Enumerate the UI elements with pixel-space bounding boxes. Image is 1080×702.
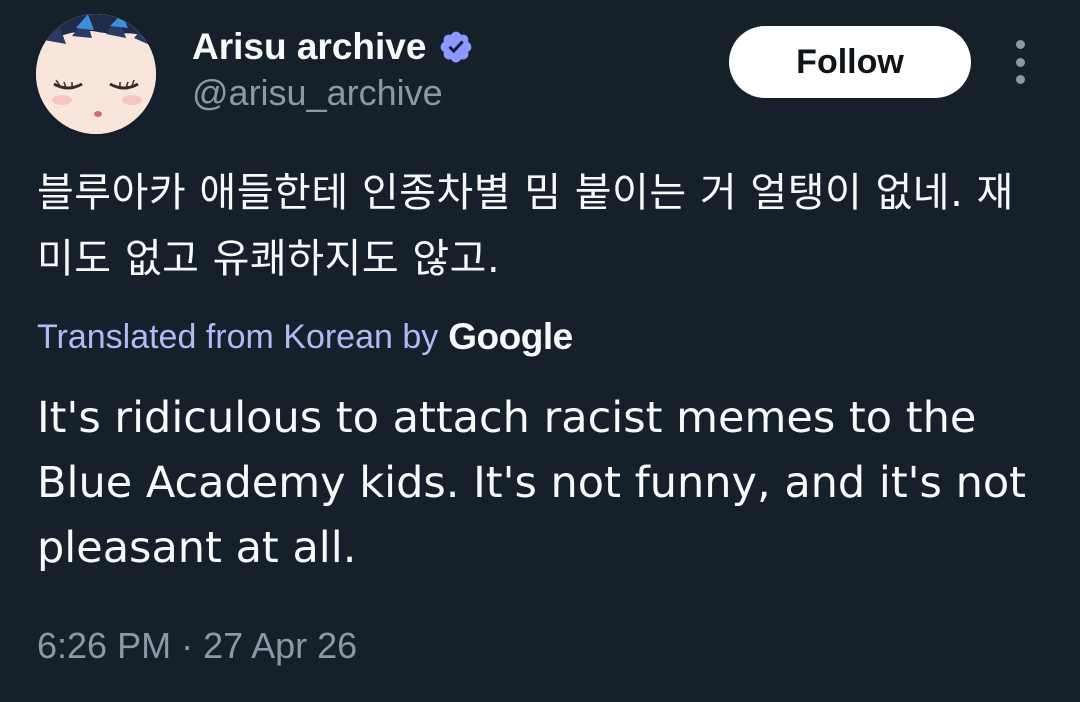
more-dot [1015,40,1025,49]
more-dot [1015,75,1025,84]
tweet-time: 6:26 PM [37,625,172,666]
tweet-translated-text: It's ridiculous to attach racist memes t… [37,393,1026,573]
author-display-name[interactable]: Arisu archive [192,26,426,68]
more-dot [1015,57,1025,67]
avatar[interactable] [36,14,156,134]
translation-attribution[interactable]: Translated from Korean by Google [37,312,573,362]
follow-button[interactable]: Follow [729,26,971,98]
author-name-row: Arisu archive [192,24,474,70]
tweet-card: Arisu archive @arisu_archive Follow 블루아카… [0,0,1080,702]
timestamp-separator: · [181,625,194,666]
author-handle[interactable]: @arisu_archive [192,72,443,114]
tweet-date: 27 Apr 26 [203,625,358,666]
more-options-icon[interactable] [1000,40,1040,84]
avatar-image [36,14,156,134]
translation-label: Translated from Korean by [37,317,439,356]
verified-badge-icon [438,29,474,65]
tweet-original-text: 블루아카 애들한테 인종차별 밈 붙이는 거 얼탱이 없네. 재미도 없고 유쾌… [37,170,1014,282]
google-logo: Google [448,316,573,357]
tweet-timestamp[interactable]: 6:26 PM · 27 Apr 26 [37,620,357,672]
